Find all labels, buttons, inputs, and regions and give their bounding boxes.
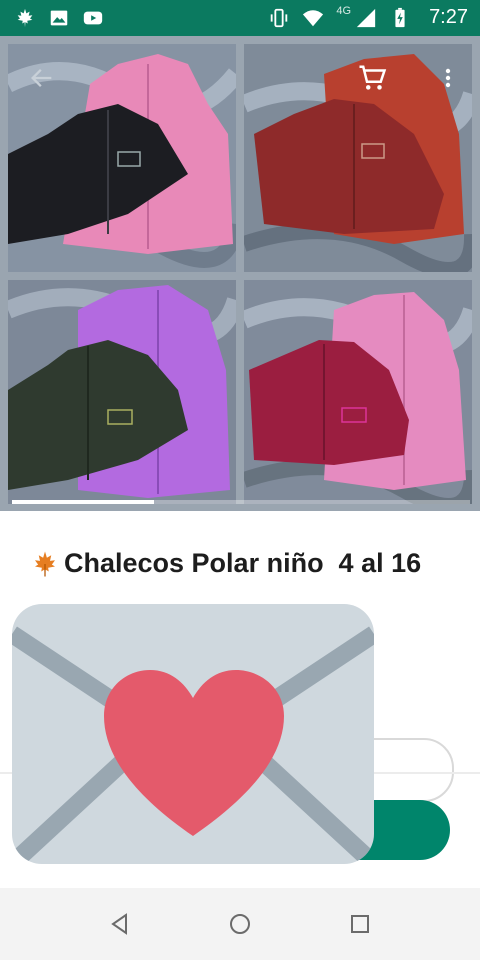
battery-charging-icon [395,7,405,27]
wifi-icon [303,9,324,26]
nav-back-button[interactable] [100,904,140,944]
love-letter-sticker[interactable] [12,604,374,864]
clock: 7:27 [429,6,468,28]
more-vertical-icon [445,68,451,88]
more-options-button[interactable] [428,58,468,98]
product-image-gallery[interactable] [0,36,480,511]
circle-home-icon [230,914,250,934]
product-image-4[interactable] [244,280,472,504]
youtube-icon [83,11,103,25]
square-recents-icon [351,915,369,933]
nav-home-button[interactable] [220,904,260,944]
triangle-back-icon [111,913,127,935]
arrow-left-icon [31,69,52,87]
image-icon [50,10,68,26]
product-image-3[interactable] [8,280,236,504]
nav-recents-button[interactable] [340,904,380,944]
love-letter-icon [12,604,374,864]
network-type: 4G [336,4,352,17]
maple-leaf-icon [35,551,55,576]
system-navigation-bar [0,888,480,960]
signal-icon [356,8,376,27]
vibrate-icon [271,8,288,27]
product-title-row: Chalecos Polar niño 4 al 16 [30,548,470,579]
back-button[interactable] [22,58,62,98]
product-title: Chalecos Polar niño 4 al 16 [64,548,422,578]
shopping-cart-icon [359,65,387,90]
gallery-page-indicator [12,500,470,504]
maple-leaf-icon [17,8,33,28]
status-bar: 4G 7:27 [0,0,480,36]
cart-button[interactable] [352,58,392,98]
gallery-page-indicator-fill [12,500,154,504]
